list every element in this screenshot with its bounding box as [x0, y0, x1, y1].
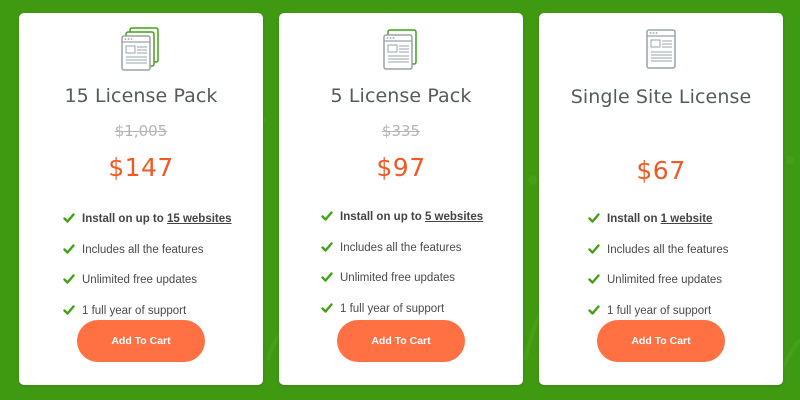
checkmark-icon	[588, 274, 600, 284]
feature-item: Includes all the features	[588, 241, 728, 272]
add-to-cart-button[interactable]: Add To Cart	[77, 320, 205, 362]
pricing-card-15-license: 15 License Pack $1,005 $147 Install on u…	[19, 13, 263, 385]
feature-text: Install on up to 15 websites	[82, 213, 232, 225]
feature-item: Unlimited free updates	[588, 271, 728, 302]
feature-item: Unlimited free updates	[63, 271, 232, 302]
feature-item-install: Install on 1 website	[588, 210, 728, 241]
feature-text: 1 full year of support	[82, 304, 187, 317]
checkmark-icon	[588, 304, 600, 315]
plan-title: Single Site License	[570, 86, 752, 108]
checkmark-icon	[63, 243, 75, 254]
checkmark-icon	[321, 241, 333, 252]
feature-item-install: Install on up to 15 websites	[63, 210, 232, 241]
add-to-cart-button[interactable]: Add To Cart	[597, 320, 725, 362]
feature-item-install: Install on up to 5 websites	[321, 208, 483, 239]
feature-list: Install on up to 5 websites Includes all…	[321, 208, 483, 330]
pricing-cards: 15 License Pack $1,005 $147 Install on u…	[0, 0, 800, 400]
stacked-documents-icon	[383, 29, 417, 70]
websites-link[interactable]: 15 websites	[167, 213, 232, 225]
feature-text: Includes all the features	[607, 243, 729, 256]
sale-price: $97	[376, 153, 426, 182]
pricing-card-single-site: Single Site License $67 Install on 1 web…	[539, 13, 783, 385]
feature-text: 1 full year of support	[607, 304, 712, 317]
add-to-cart-button[interactable]: Add To Cart	[337, 320, 465, 362]
feature-text: Install on 1 website	[607, 213, 713, 225]
document-icon	[646, 29, 676, 69]
feature-text: Unlimited free updates	[340, 272, 456, 284]
checkmark-icon	[63, 213, 75, 223]
feature-text: Install on up to 5 websites	[340, 211, 484, 223]
pricing-card-5-license: 5 License Pack $335 $97 Install on up to…	[279, 13, 523, 385]
feature-item: Unlimited free updates	[321, 269, 483, 300]
feature-text: Includes all the features	[82, 243, 204, 256]
checkmark-icon	[321, 211, 333, 221]
feature-list: Install on up to 15 websites Includes al…	[63, 210, 232, 332]
stacked-documents-icon	[121, 27, 159, 71]
checkmark-icon	[63, 304, 75, 315]
feature-text: Unlimited free updates	[607, 274, 723, 286]
checkmark-icon	[588, 213, 600, 223]
feature-text: Includes all the features	[340, 241, 462, 254]
feature-text: 1 full year of support	[340, 302, 445, 315]
sale-price: $147	[108, 153, 174, 182]
plan-title: 5 License Pack	[330, 85, 472, 107]
plan-title: 15 License Pack	[64, 85, 218, 107]
checkmark-icon	[321, 302, 333, 313]
original-price: $335	[381, 122, 421, 140]
feature-list: Install on 1 website Includes all the fe…	[588, 210, 728, 332]
sale-price: $67	[636, 156, 686, 185]
checkmark-icon	[588, 243, 600, 254]
checkmark-icon	[321, 272, 333, 282]
feature-text: Unlimited free updates	[82, 274, 198, 286]
feature-item: Includes all the features	[321, 239, 483, 270]
websites-link[interactable]: 1 website	[661, 213, 713, 225]
feature-item: Includes all the features	[63, 241, 232, 272]
checkmark-icon	[63, 274, 75, 284]
original-price: $1,005	[114, 122, 168, 140]
websites-link[interactable]: 5 websites	[425, 211, 483, 223]
